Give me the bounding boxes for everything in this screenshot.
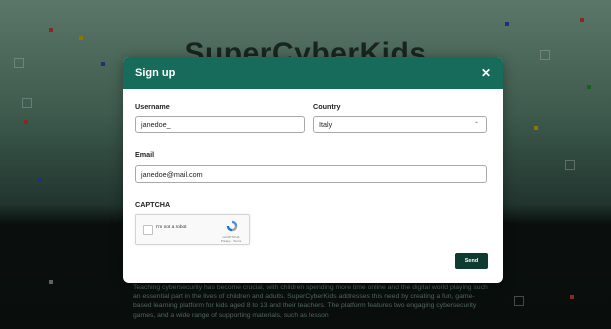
email-value: janedoe@mail.com <box>141 169 203 179</box>
recaptcha-logo-icon <box>226 220 238 232</box>
country-value: Italy <box>319 120 333 129</box>
recaptcha-checkbox-label: I'm not a robot <box>156 225 187 230</box>
modal-header: Sign up ✕ <box>123 57 503 89</box>
country-select[interactable]: Italy ⌃ <box>313 116 487 133</box>
signup-modal: Sign up ✕ Username janedoe_ Country Ital… <box>123 57 503 283</box>
modal-title: Sign up <box>135 67 176 79</box>
chevron-icon: ⌃ <box>473 122 479 128</box>
close-icon[interactable]: ✕ <box>481 67 491 79</box>
send-button[interactable]: Send <box>455 253 488 269</box>
captcha-label: CAPTCHA <box>135 200 171 209</box>
email-label: Email <box>135 150 155 159</box>
recaptcha-widget: I'm not a robot reCAPTCHA Privacy - Term… <box>135 214 250 245</box>
username-field[interactable]: janedoe_ <box>135 116 305 133</box>
recaptcha-brand-text: reCAPTCHA Privacy - Terms <box>219 235 243 243</box>
recaptcha-links[interactable]: Privacy - Terms <box>219 239 243 243</box>
email-field[interactable]: janedoe@mail.com <box>135 165 487 183</box>
username-value: janedoe_ <box>141 120 171 129</box>
country-label: Country <box>313 102 341 111</box>
username-label: Username <box>135 102 170 111</box>
recaptcha-checkbox[interactable] <box>143 225 153 235</box>
